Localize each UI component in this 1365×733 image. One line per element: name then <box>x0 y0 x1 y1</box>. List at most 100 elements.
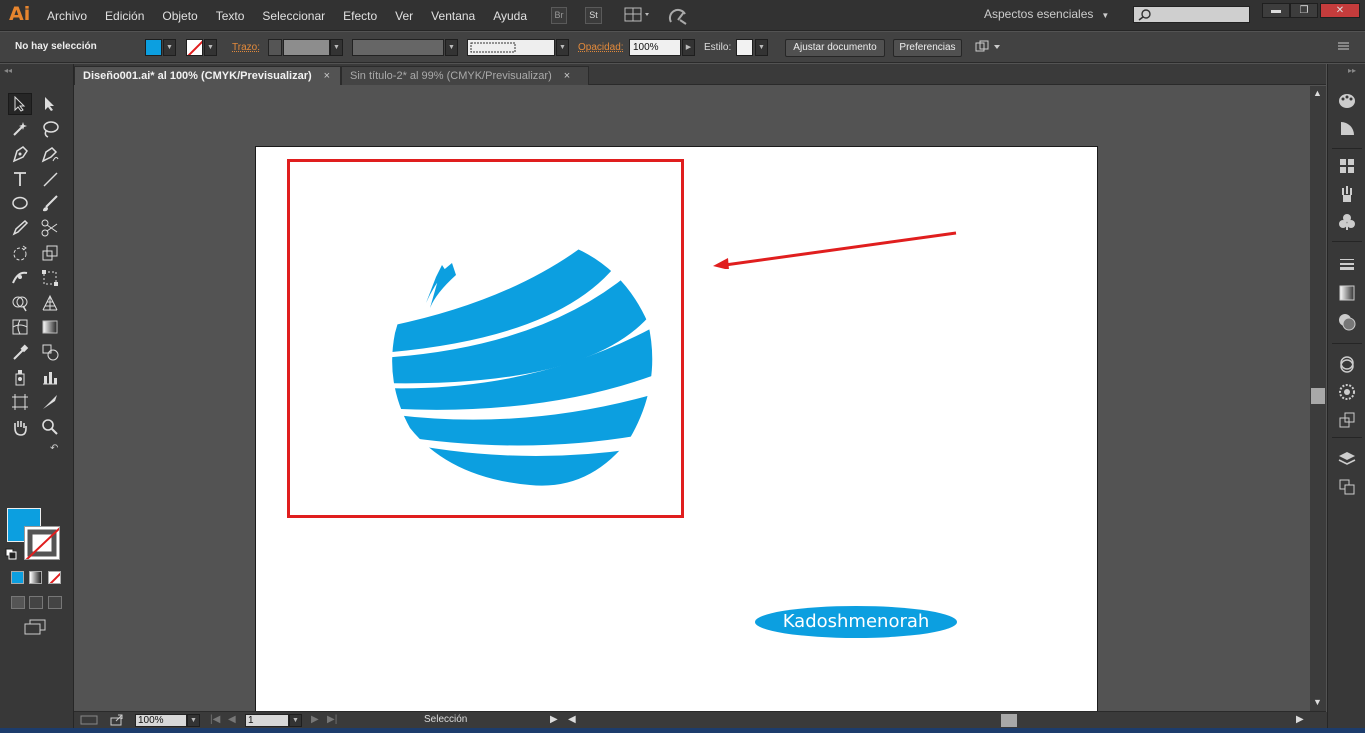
color-panel-icon[interactable] <box>1337 91 1357 111</box>
next-artboard-button[interactable]: ▶ <box>311 714 319 725</box>
fill-swatch[interactable] <box>145 39 162 56</box>
rotate-tool-icon[interactable] <box>8 242 32 264</box>
stroke-color-box[interactable] <box>24 526 60 560</box>
opacity-dropdown[interactable]: ▶ <box>682 39 695 56</box>
slice-tool-icon[interactable] <box>38 391 62 413</box>
menu-seleccionar[interactable]: Seleccionar <box>253 9 334 23</box>
symbol-sprayer-tool-icon[interactable] <box>8 366 32 388</box>
paintbrush-tool-icon[interactable] <box>38 192 62 214</box>
artboard-dropdown[interactable]: ▼ <box>289 714 302 727</box>
type-tool-icon[interactable] <box>8 168 32 190</box>
screen-mode-icon[interactable] <box>24 619 46 638</box>
canvas-area[interactable]: Kadoshmenorah <box>74 86 1310 711</box>
lasso-tool-icon[interactable] <box>38 118 62 140</box>
none-mode-button[interactable] <box>48 571 61 584</box>
brush-dropdown[interactable]: ▼ <box>556 39 569 56</box>
kadoshmenorah-badge[interactable]: Kadoshmenorah <box>755 606 957 638</box>
workspace-switcher[interactable]: Aspectos esenciales ▼ <box>984 7 1109 21</box>
zoom-dropdown[interactable]: ▼ <box>187 714 200 727</box>
stroke-weight-dropdown[interactable]: ▼ <box>330 39 343 56</box>
column-graph-tool-icon[interactable] <box>38 366 62 388</box>
curvature-tool-icon[interactable] <box>38 143 62 165</box>
last-artboard-button[interactable]: ▶| <box>327 714 337 725</box>
transparency-panel-icon[interactable] <box>1337 312 1357 332</box>
graphic-styles-icon[interactable] <box>1337 382 1357 402</box>
dock-expand-icon[interactable]: ▸▸ <box>1348 66 1356 75</box>
line-tool-icon[interactable] <box>38 168 62 190</box>
menu-objeto[interactable]: Objeto <box>153 9 206 23</box>
scroll-left-arrow-icon[interactable]: ◀ <box>568 714 576 725</box>
restore-button[interactable]: ❐ <box>1290 3 1318 18</box>
magic-wand-tool-icon[interactable] <box>8 118 32 140</box>
stroke-swatch[interactable] <box>186 39 203 56</box>
artboard-tool-icon[interactable] <box>8 391 32 413</box>
menu-ventana[interactable]: Ventana <box>422 9 484 23</box>
menu-ayuda[interactable]: Ayuda <box>484 9 536 23</box>
menu-archivo[interactable]: Archivo <box>38 9 96 23</box>
close-icon[interactable]: × <box>564 70 570 82</box>
previous-artboard-button[interactable]: ◀ <box>228 714 236 725</box>
artboard-number-input[interactable]: 1 <box>245 714 289 727</box>
horizontal-scrollbar[interactable] <box>639 712 1365 729</box>
hand-tool-icon[interactable] <box>8 416 32 438</box>
scroll-right-arrow-icon[interactable]: ▶ <box>1296 714 1304 725</box>
direct-selection-tool-icon[interactable] <box>38 93 62 115</box>
eyedropper-tool-icon[interactable] <box>8 341 32 363</box>
menu-edicion[interactable]: Edición <box>96 9 153 23</box>
pencil-tool-icon[interactable] <box>8 217 32 239</box>
export-asset-icon[interactable] <box>1337 410 1357 430</box>
status-menu-arrow-icon[interactable]: ▶ <box>550 714 558 725</box>
color-guide-icon[interactable] <box>1337 118 1357 138</box>
vertical-scroll-thumb[interactable] <box>1311 388 1325 404</box>
perspective-grid-tool-icon[interactable] <box>38 292 62 314</box>
draw-normal-button[interactable] <box>11 596 25 609</box>
minimize-button[interactable]: ▬ <box>1262 3 1290 18</box>
style-swatch[interactable] <box>736 39 753 56</box>
globe-logo[interactable] <box>390 233 655 487</box>
stroke-dropdown[interactable]: ▼ <box>204 39 217 56</box>
zoom-level-input[interactable]: 100% <box>135 714 187 727</box>
panel-menu-icon[interactable] <box>1335 40 1351 55</box>
stroke-stepper[interactable] <box>268 39 282 56</box>
menu-texto[interactable]: Texto <box>207 9 254 23</box>
fill-dropdown[interactable]: ▼ <box>163 39 176 56</box>
menu-efecto[interactable]: Efecto <box>334 9 386 23</box>
selection-tool-icon[interactable] <box>8 93 32 115</box>
artboard[interactable]: Kadoshmenorah <box>255 146 1098 711</box>
artboards-panel-icon[interactable] <box>1337 477 1357 497</box>
shape-builder-tool-icon[interactable] <box>8 292 32 314</box>
blend-tool-icon[interactable] <box>38 341 62 363</box>
brush-definition-field[interactable] <box>467 39 555 56</box>
close-icon[interactable]: × <box>324 70 330 82</box>
draw-behind-button[interactable] <box>29 596 43 609</box>
appearance-panel-icon[interactable] <box>1337 354 1357 374</box>
width-tool-icon[interactable] <box>8 267 32 289</box>
arrange-documents-icon[interactable] <box>624 6 654 27</box>
scissors-tool-icon[interactable] <box>38 217 62 239</box>
adjust-document-button[interactable]: Ajustar documento <box>785 39 885 57</box>
draw-inside-button[interactable] <box>48 596 62 609</box>
gradient-panel-icon[interactable] <box>1337 283 1357 303</box>
stroke-panel-icon[interactable] <box>1337 254 1357 274</box>
gpu-status-icon[interactable] <box>80 714 98 729</box>
bridge-button[interactable]: Br <box>551 7 567 24</box>
mesh-tool-icon[interactable] <box>8 316 32 338</box>
scroll-down-arrow-icon[interactable]: ▼ <box>1313 697 1322 707</box>
layers-panel-icon[interactable] <box>1337 449 1357 469</box>
first-artboard-button[interactable]: |◀ <box>210 714 220 725</box>
vertical-scrollbar[interactable]: ▲ ▼ <box>1310 86 1326 711</box>
pen-tool-icon[interactable] <box>8 143 32 165</box>
panel-grip-icon[interactable]: ◂◂ <box>4 66 12 75</box>
preferences-button[interactable]: Preferencias <box>893 39 962 57</box>
opacity-input[interactable]: 100% <box>629 39 681 56</box>
search-input[interactable] <box>1133 6 1250 23</box>
variable-width-field[interactable] <box>352 39 444 56</box>
default-fill-stroke-icon[interactable] <box>5 548 17 563</box>
style-dropdown[interactable]: ▼ <box>755 39 768 56</box>
stroke-weight-field[interactable] <box>283 39 330 56</box>
color-mode-button[interactable] <box>11 571 24 584</box>
scroll-up-arrow-icon[interactable]: ▲ <box>1313 88 1322 98</box>
ellipse-tool-icon[interactable] <box>8 192 32 214</box>
stroke-label[interactable]: Trazo: <box>232 42 260 53</box>
zoom-tool-icon[interactable] <box>38 416 62 438</box>
